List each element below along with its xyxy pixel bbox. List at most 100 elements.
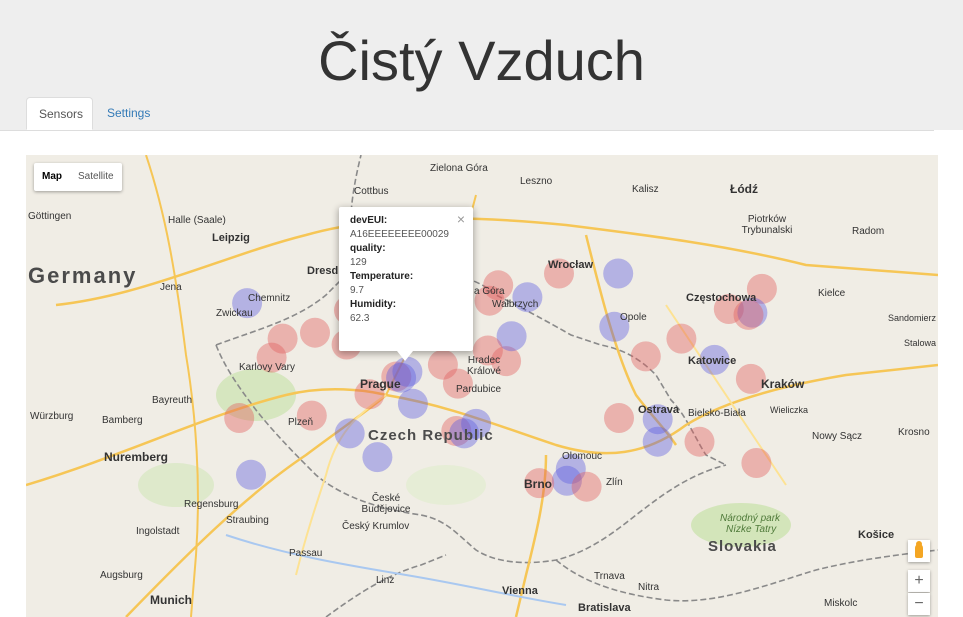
label-wurzburg: Würzburg [30, 411, 74, 422]
label-leszno: Leszno [520, 176, 553, 187]
label-augsburg: Augsburg [100, 570, 143, 581]
label-lodz: Łódź [730, 182, 758, 196]
label-hradec: Hradec Králové [467, 355, 501, 377]
zoom-in-button[interactable]: + [908, 570, 930, 592]
label-nuremberg: Nuremberg [104, 450, 169, 464]
label-vienna: Vienna [502, 585, 538, 597]
tab-settings[interactable]: Settings [95, 97, 162, 130]
page-title: Čistý Vzduch [318, 29, 645, 92]
field-key-deveui: devEUI: [350, 215, 388, 226]
label-zielona: Zielona Góra [430, 163, 488, 174]
sensor-marker[interactable] [427, 349, 458, 380]
label-czech-republic: Czech Republic [368, 427, 494, 444]
label-czestochowa: Częstochowa [686, 292, 757, 304]
label-prague: Prague [360, 377, 401, 391]
label-straubing: Straubing [226, 515, 269, 526]
label-leipzig: Leipzig [212, 232, 250, 244]
label-nizke-tatry: Nízke Tatry [726, 524, 777, 535]
tab-sensors[interactable]: Sensors [26, 97, 93, 130]
label-halle: Halle (Saale) [168, 215, 226, 226]
label-zlin: Zlín [606, 477, 623, 488]
sensor-marker[interactable] [604, 403, 634, 433]
field-value-temperature: 9.7 [350, 285, 364, 296]
field-value-humidity: 62.3 [350, 313, 370, 324]
field-value-quality: 129 [350, 257, 367, 268]
label-chemnitz: Chemnitz [248, 293, 291, 304]
zoom-out-button[interactable]: − [908, 593, 930, 615]
forest-area [406, 465, 486, 505]
sensor-marker[interactable] [603, 258, 634, 289]
sensor-marker[interactable] [224, 403, 255, 433]
label-plzen: Plzeň [288, 417, 314, 428]
label-kalisz: Kalisz [632, 184, 659, 195]
label-wroclaw: Wrocław [548, 259, 594, 271]
label-piotrkow: Piotrków Trybunalski [741, 214, 793, 236]
label-opole: Opole [620, 312, 647, 323]
sensor-marker[interactable] [741, 448, 772, 478]
label-zwickau: Zwickau [216, 308, 253, 319]
label-walbrzych: Wałbrzych [492, 299, 539, 310]
info-window-tail [397, 351, 413, 361]
label-slovakia: Slovakia [708, 538, 777, 555]
street-view-pegman-icon[interactable] [908, 540, 930, 562]
map-type-control: Map Satellite [34, 163, 122, 191]
label-krakow: Kraków [761, 377, 805, 391]
close-icon[interactable]: × [457, 211, 465, 227]
sensor-marker[interactable] [236, 459, 266, 490]
field-key-quality: quality: [350, 243, 386, 254]
label-narodni-park: Národný park [720, 513, 781, 524]
label-ostrava: Ostrava [638, 404, 679, 416]
label-stalowa: Stalowa [904, 338, 937, 348]
sensor-marker[interactable] [666, 323, 697, 354]
label-cesky-krumlov: Český Krumlov [342, 521, 410, 532]
map-type-map-button[interactable]: Map [34, 163, 70, 191]
label-bratislava: Bratislava [578, 602, 631, 614]
label-cottbus: Cottbus [354, 186, 389, 197]
sensor-marker[interactable] [642, 426, 673, 457]
field-key-temperature: Temperature: [350, 271, 414, 282]
label-kosice: Košice [858, 529, 895, 541]
label-germany: Germany [28, 263, 138, 288]
label-bayreuth: Bayreuth [152, 395, 193, 406]
label-bielsko: Bielsko-Biała [688, 408, 746, 419]
label-jena: Jena [160, 282, 182, 293]
sensor-marker[interactable] [362, 442, 393, 473]
label-ingolstadt: Ingolstadt [136, 526, 180, 537]
label-karlovy-vary: Karlovy Vary [239, 362, 295, 373]
label-bamberg: Bamberg [102, 415, 143, 426]
label-regensburg: Regensburg [184, 499, 239, 510]
label-trnava: Trnava [594, 571, 625, 582]
label-dresden: Dresd [307, 265, 339, 277]
label-linz: Linz [376, 575, 395, 586]
label-olomouc: Olomouc [562, 451, 603, 462]
label-miskolc: Miskolc [824, 598, 858, 609]
label-nitra: Nitra [638, 582, 660, 593]
label-nowy-sacz: Nowy Sącz [812, 431, 863, 442]
label-passau: Passau [289, 548, 323, 559]
label-sandomierz: Sandomierz [888, 313, 937, 323]
label-radom: Radom [852, 226, 885, 237]
sensor-marker[interactable] [733, 299, 764, 330]
sensor-marker[interactable] [571, 471, 602, 502]
map-view[interactable]: Germany Czech Republic Slovakia Prague B… [26, 155, 938, 617]
label-pardubice: Pardubice [456, 384, 502, 395]
label-kielce: Kielce [818, 288, 846, 299]
label-wieliczka: Wieliczka [770, 405, 809, 415]
map-type-satellite-button[interactable]: Satellite [70, 163, 122, 191]
sensor-marker[interactable] [300, 317, 330, 348]
field-key-humidity: Humidity: [350, 299, 397, 310]
sensor-marker[interactable] [397, 388, 428, 419]
sensor-info-content: devEUI: A16EEEEEEEE00029 quality: 129 Te… [350, 214, 449, 326]
sensor-info-window: × devEUI: A16EEEEEEEE00029 quality: 129 … [339, 207, 473, 361]
field-value-deveui: A16EEEEEEEE00029 [350, 229, 449, 240]
label-jelenia: a Góra [474, 286, 505, 297]
label-brno: Brno [524, 477, 552, 491]
label-gottingen: Göttingen [28, 211, 72, 222]
label-munich: Munich [150, 593, 192, 607]
sensor-marker[interactable] [684, 426, 715, 457]
sensor-marker[interactable] [334, 418, 365, 449]
tab-divider [0, 130, 934, 131]
label-katowice: Katowice [688, 355, 737, 367]
sensor-marker[interactable] [630, 341, 661, 372]
label-ceske-budejovice: České Budějovice [361, 493, 411, 515]
